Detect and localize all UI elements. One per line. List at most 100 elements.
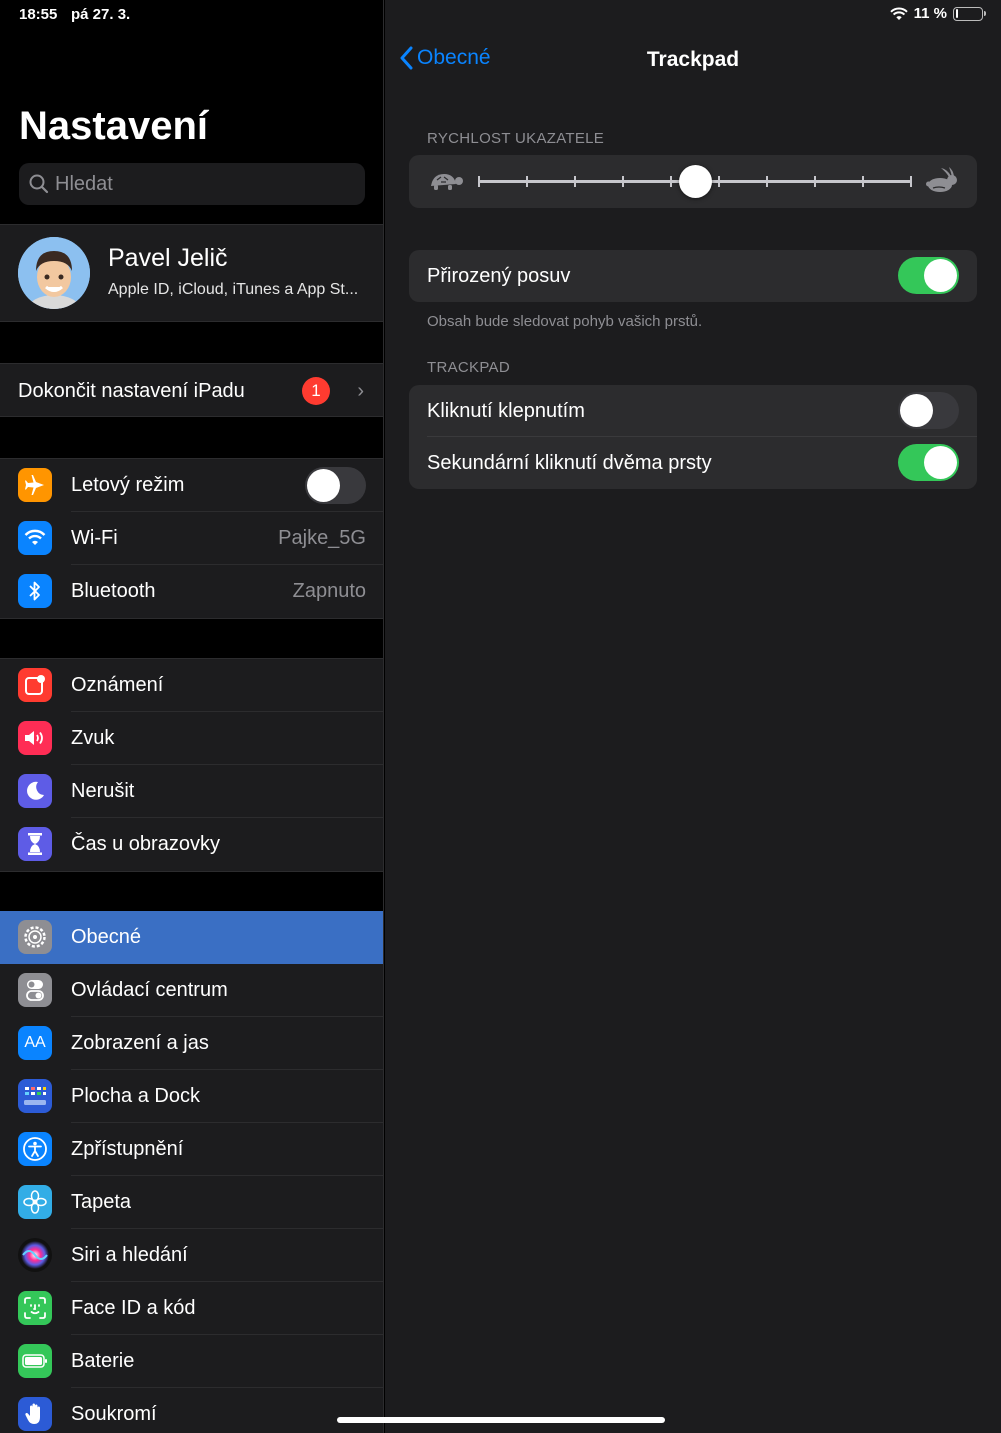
- chevron-right-icon: ›: [357, 380, 364, 402]
- sidebar-item-label: Siri a hledání: [71, 1244, 188, 1266]
- slider-tick: [814, 176, 816, 187]
- tap-to-click-toggle[interactable]: [898, 392, 959, 429]
- sidebar-item-label: Letový režim: [71, 474, 185, 496]
- turtle-icon: [431, 174, 463, 190]
- sidebar-item-siri[interactable]: Siri a hledání: [0, 1229, 383, 1282]
- airplane-mode-toggle[interactable]: [305, 467, 366, 504]
- natural-scroll-card: Přirozený posuv: [409, 250, 977, 302]
- sidebar-item-label: Ovládací centrum: [71, 979, 228, 1001]
- connectivity-group: Letový režim Wi-Fi Pajke_5G Bluetooth Za…: [0, 458, 383, 619]
- sidebar-item-label: Čas u obrazovky: [71, 833, 220, 855]
- sidebar-item-wifi[interactable]: Wi-Fi Pajke_5G: [0, 512, 383, 565]
- sidebar-item-label: Zpřístupnění: [71, 1138, 184, 1160]
- hourglass-icon: [18, 827, 52, 861]
- slider-tick: [766, 176, 768, 187]
- tap-to-click-row[interactable]: Kliknutí klepnutím: [409, 385, 977, 437]
- sidebar-item-label: Zvuk: [71, 727, 115, 749]
- finish-setup-label: Dokončit nastavení iPadu: [18, 379, 245, 402]
- battery-percent: 11 %: [913, 5, 947, 22]
- sidebar-item-do-not-disturb[interactable]: Nerušit: [0, 765, 383, 818]
- gear-icon: [18, 920, 52, 954]
- slider-tick: [478, 176, 480, 187]
- tap-to-click-label: Kliknutí klepnutím: [427, 399, 585, 422]
- profile-subtitle: Apple ID, iCloud, iTunes a App St...: [108, 281, 359, 298]
- nav-title: Trackpad: [646, 48, 740, 71]
- notification-badge: 1: [302, 377, 330, 405]
- pointer-speed-slider-thumb[interactable]: [679, 165, 712, 198]
- sidebar-item-label: Oznámení: [71, 674, 164, 696]
- sidebar-item-sound[interactable]: Zvuk: [0, 712, 383, 765]
- wifi-status-icon: [889, 7, 908, 20]
- sidebar-item-control-center[interactable]: Ovládací centrum: [0, 964, 383, 1017]
- sidebar-item-label: Tapeta: [71, 1191, 132, 1213]
- profile-name: Pavel Jelič: [108, 244, 228, 272]
- sidebar-item-faceid[interactable]: Face ID a kód: [0, 1282, 383, 1335]
- sidebar-item-label: Wi-Fi: [71, 527, 118, 549]
- rabbit-icon: [926, 167, 957, 192]
- sidebar-item-label: Zobrazení a jas: [71, 1032, 209, 1054]
- sidebar-item-notifications[interactable]: Oznámení: [0, 659, 383, 712]
- sidebar-item-privacy[interactable]: Soukromí: [0, 1388, 383, 1433]
- slider-tick: [718, 176, 720, 187]
- search-icon: [29, 174, 49, 194]
- notifications-group: Oznámení Zvuk Nerušit Čas u obrazovky: [0, 658, 383, 872]
- general-group: Obecné Ovládací centrum AA Zobrazení a j…: [0, 911, 383, 1433]
- siri-icon: [18, 1238, 52, 1272]
- sidebar-item-label: Bluetooth: [71, 580, 156, 602]
- trackpad-options-card: Kliknutí klepnutím Sekundární kliknutí d…: [409, 385, 977, 489]
- bluetooth-status-value: Zapnuto: [292, 580, 366, 602]
- settings-sidebar: Nastavení Hledat Pavel Jelič Apple ID, i…: [0, 0, 384, 1433]
- faceid-icon: [18, 1291, 52, 1325]
- slider-tick: [862, 176, 864, 187]
- pointer-speed-header: RYCHLOST UKAZATELE: [427, 130, 605, 147]
- airplane-icon: [18, 468, 52, 502]
- slider-tick: [574, 176, 576, 187]
- avatar: [18, 237, 90, 309]
- sidebar-item-home-dock[interactable]: Plocha a Dock: [0, 1070, 383, 1123]
- natural-scroll-label: Přirozený posuv: [427, 264, 571, 287]
- battery-icon: [18, 1344, 52, 1378]
- search-input[interactable]: Hledat: [19, 163, 365, 205]
- sidebar-item-screen-time[interactable]: Čas u obrazovky: [0, 818, 383, 871]
- sidebar-item-general[interactable]: Obecné: [0, 911, 383, 964]
- moon-icon: [18, 774, 52, 808]
- sidebar-item-wallpaper[interactable]: Tapeta: [0, 1176, 383, 1229]
- status-date: pá 27. 3.: [71, 6, 131, 23]
- notifications-icon: [18, 668, 52, 702]
- status-right: 11 %: [889, 5, 986, 22]
- finish-setup-row[interactable]: Dokončit nastavení iPadu 1 ›: [0, 363, 383, 417]
- natural-scroll-note: Obsah bude sledovat pohyb vašich prstů.: [427, 313, 703, 330]
- accessibility-icon: [18, 1132, 52, 1166]
- slider-tick: [670, 176, 672, 187]
- slider-tick: [526, 176, 528, 187]
- wifi-icon: [18, 521, 52, 555]
- secondary-click-label: Sekundární kliknutí dvěma prsty: [427, 451, 712, 474]
- natural-scroll-toggle[interactable]: [898, 257, 959, 294]
- apple-id-profile[interactable]: Pavel Jelič Apple ID, iCloud, iTunes a A…: [0, 224, 383, 322]
- sidebar-item-display[interactable]: AA Zobrazení a jas: [0, 1017, 383, 1070]
- sidebar-item-bluetooth[interactable]: Bluetooth Zapnuto: [0, 565, 383, 618]
- home-indicator[interactable]: [337, 1417, 665, 1423]
- sidebar-item-battery[interactable]: Baterie: [0, 1335, 383, 1388]
- secondary-click-row[interactable]: Sekundární kliknutí dvěma prsty: [409, 437, 977, 489]
- hand-icon: [18, 1397, 52, 1431]
- sidebar-item-label: Face ID a kód: [71, 1297, 196, 1319]
- bluetooth-icon: [18, 574, 52, 608]
- pointer-speed-slider-card: [409, 155, 977, 208]
- wifi-network-value: Pajke_5G: [278, 527, 366, 549]
- sidebar-item-label: Nerušit: [71, 780, 135, 802]
- trackpad-header: TRACKPAD: [427, 359, 510, 376]
- sidebar-item-label: Baterie: [71, 1350, 135, 1372]
- battery-status-icon: [953, 6, 986, 21]
- sidebar-item-airplane[interactable]: Letový režim: [0, 459, 383, 512]
- slider-tick: [910, 176, 912, 187]
- sidebar-item-label: Soukromí: [71, 1403, 157, 1425]
- page-title: Nastavení: [19, 104, 208, 148]
- secondary-click-toggle[interactable]: [898, 444, 959, 481]
- switches-icon: [18, 973, 52, 1007]
- status-time: 18:55: [19, 6, 58, 23]
- text-size-icon: AA: [18, 1026, 52, 1060]
- natural-scroll-row[interactable]: Přirozený posuv: [409, 250, 977, 302]
- sidebar-item-accessibility[interactable]: Zpřístupnění: [0, 1123, 383, 1176]
- status-bar: 18:55 pá 27. 3. 11 %: [0, 0, 1001, 30]
